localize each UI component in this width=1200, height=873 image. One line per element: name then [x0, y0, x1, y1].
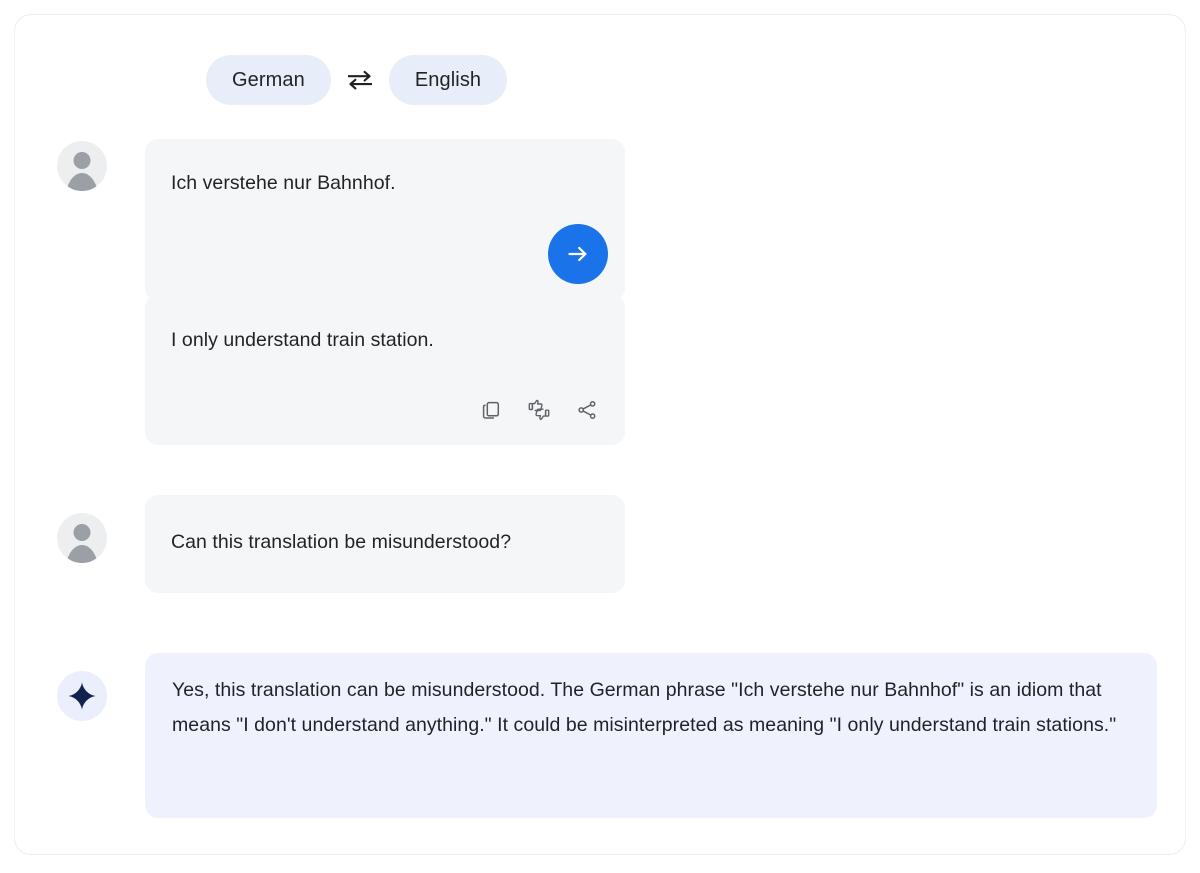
- arrow-right-icon: [565, 241, 591, 267]
- source-language-label: German: [232, 68, 305, 91]
- translation-chat-card: German English Ich verstehe nur Bahnhof.…: [14, 14, 1186, 855]
- message-bubble-translation: I only understand train station.: [145, 295, 625, 445]
- message-bubble-question: Can this translation be misunderstood?: [145, 495, 625, 593]
- translation-text: I only understand train station.: [171, 329, 434, 351]
- conversation-thread: Ich verstehe nur Bahnhof. I only underst…: [15, 125, 1185, 818]
- swap-languages-button[interactable]: [331, 55, 389, 105]
- avatar-body: [65, 173, 99, 191]
- user-avatar-icon: [57, 141, 107, 191]
- message-turn-translation: I only understand train station.: [15, 295, 1185, 445]
- target-language-label: English: [414, 68, 482, 91]
- source-text: Ich verstehe nur Bahnhof.: [171, 172, 396, 194]
- rate-translation-button[interactable]: [526, 397, 552, 423]
- ai-answer-text: Yes, this translation can be misundersto…: [172, 679, 1117, 736]
- share-button[interactable]: [574, 397, 600, 423]
- avatar-head: [73, 524, 91, 541]
- message-bubble-source: Ich verstehe nur Bahnhof.: [145, 139, 625, 301]
- language-bar: German English: [206, 55, 508, 105]
- swap-horizontal-icon: [345, 67, 375, 93]
- avatar-body: [65, 545, 99, 563]
- message-turn-ai-answer: Yes, this translation can be misundersto…: [15, 653, 1185, 818]
- message-bubble-ai-answer: Yes, this translation can be misundersto…: [145, 653, 1157, 818]
- source-language-chip[interactable]: German: [206, 55, 331, 105]
- message-turn-user-question: Can this translation be misunderstood?: [15, 495, 1185, 595]
- thumbs-up-down-icon: [526, 398, 552, 422]
- copy-icon: [480, 399, 502, 421]
- copy-button[interactable]: [478, 397, 504, 423]
- avatar-head: [73, 152, 91, 169]
- message-turn-user-source: Ich verstehe nur Bahnhof.: [15, 125, 1185, 301]
- send-translate-button[interactable]: [548, 224, 608, 284]
- user-avatar-icon: [57, 513, 107, 563]
- question-text: Can this translation be misunderstood?: [171, 531, 512, 553]
- share-icon: [576, 399, 598, 421]
- translation-actions: [478, 397, 600, 423]
- gemini-sparkle-icon: [57, 671, 107, 721]
- target-language-chip[interactable]: English: [388, 55, 508, 105]
